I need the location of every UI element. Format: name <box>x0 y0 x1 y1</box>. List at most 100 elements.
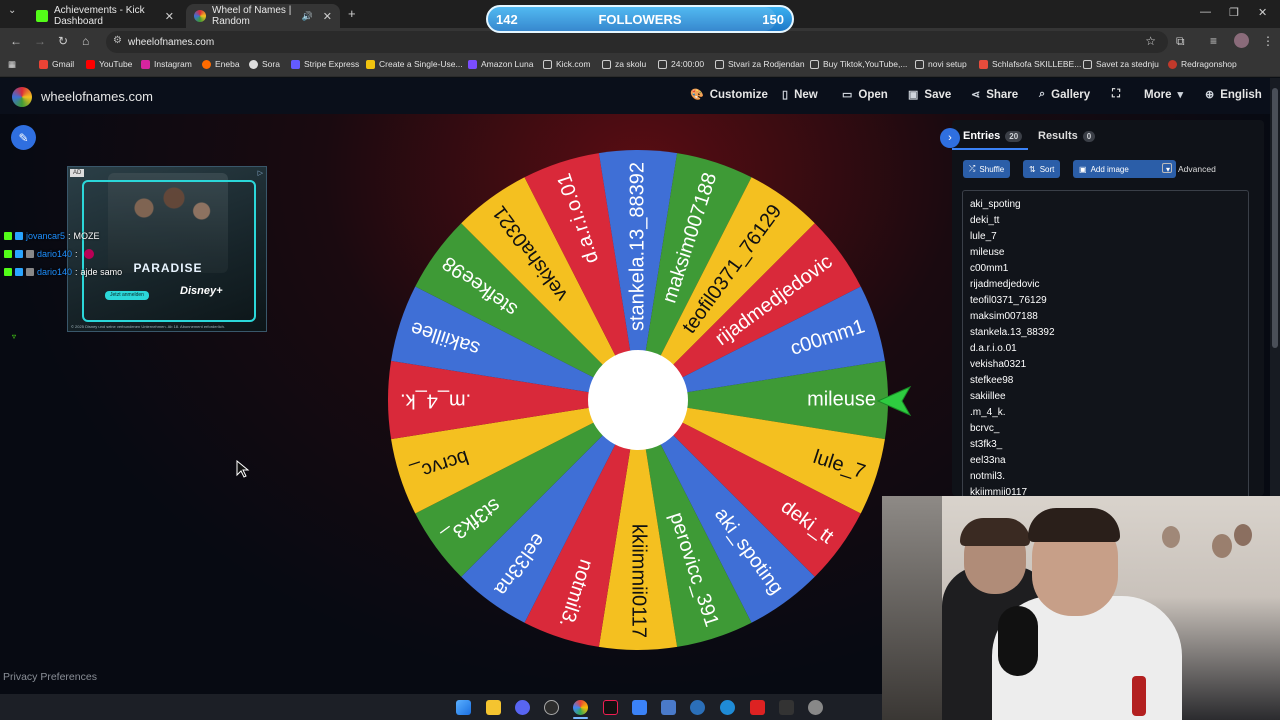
app-icon[interactable] <box>632 700 647 715</box>
bookmark-item[interactable]: Kick.com <box>543 59 590 69</box>
bookmark-item[interactable]: Redragonshop <box>1168 59 1237 69</box>
tab-search-icon[interactable]: ⌄ <box>8 5 16 16</box>
share-button[interactable]: ⋖ Share <box>971 88 1018 102</box>
tab-kick-dashboard[interactable]: Achievements - Kick Dashboard ✕ <box>28 4 182 28</box>
bookmark-folder[interactable]: Buy Tiktok,YouTube,... <box>810 59 907 69</box>
save-button[interactable]: ▣ Save <box>908 88 951 102</box>
advertisement[interactable]: AD ▷ PARADISE Jetzt anmelden Disney+ © 2… <box>67 166 267 332</box>
bookmark-star-icon[interactable]: ☆ <box>1145 34 1156 48</box>
chat-message: dario140: ajde samo <box>4 267 122 277</box>
app-icon[interactable] <box>720 700 735 715</box>
bookmark-folder[interactable]: novi setup <box>915 59 967 69</box>
palette-icon: 🎨 <box>690 89 704 101</box>
chat-filter-icon: ▿ <box>12 332 17 341</box>
bookmark-item[interactable]: Schlafsofa SKILLEBE... <box>979 59 1081 69</box>
window-close-icon[interactable]: ✕ <box>1258 6 1267 19</box>
entry-line: lule_7 <box>970 231 997 242</box>
entry-line: mileuse <box>970 247 1005 258</box>
fullscreen-icon[interactable]: ⛶ <box>1112 88 1120 101</box>
entries-panel: › Entries 20 Results 0 ⤮ Shuffle ⇅ Sort ▣ Add… <box>940 120 1264 496</box>
chevron-down-icon: ▾ <box>1177 89 1184 101</box>
bookmark-folder[interactable]: 24:00:00 <box>658 59 704 69</box>
apps-icon[interactable]: ▦ <box>8 59 16 70</box>
site-info-icon[interactable]: ⚙ <box>113 35 122 46</box>
bookmark-item[interactable]: YouTube <box>86 59 132 69</box>
active-app-indicator <box>573 717 588 719</box>
menu-icon[interactable]: ⋮ <box>1262 34 1274 48</box>
bookmark-item[interactable]: Stripe Express <box>291 59 359 69</box>
sort-icon: ⇅ <box>1029 164 1036 174</box>
entry-line: teofil0371_76129 <box>970 295 1047 306</box>
entries-textarea[interactable]: aki_spoting deki_tt lule_7 mileuse c00mm1 rij… <box>962 190 1249 496</box>
restore-icon[interactable]: ❐ <box>1229 6 1239 19</box>
tab-wheel-of-names[interactable]: Wheel of Names | Random 🔊 ✕ <box>186 4 340 28</box>
address-bar[interactable]: ⚙ wheelofnames.com ☆ <box>106 31 1168 53</box>
bookmark-item[interactable]: Amazon Luna <box>468 59 533 69</box>
ad-info-icon[interactable]: ▷ <box>258 169 263 177</box>
language-button[interactable]: ⊕ English <box>1205 88 1262 102</box>
privacy-preferences-link[interactable]: Privacy Preferences <box>3 671 97 683</box>
tab-entries[interactable]: Entries 20 <box>963 130 1023 142</box>
ad-cta-button[interactable]: Jetzt anmelden <box>105 291 149 300</box>
bookmark-item[interactable]: Eneba <box>202 59 240 69</box>
open-button[interactable]: ▭ Open <box>842 88 888 102</box>
new-tab-icon[interactable]: + <box>348 6 356 21</box>
minimize-icon[interactable]: — <box>1200 6 1211 18</box>
app-icon[interactable] <box>661 700 676 715</box>
app-icon[interactable] <box>779 700 794 715</box>
bookmark-item[interactable]: Create a Single-Use... <box>366 59 463 69</box>
collapse-panel-icon[interactable]: › <box>940 128 960 148</box>
discord-icon[interactable] <box>515 700 530 715</box>
speaker-icon[interactable]: 🔊 <box>302 11 313 22</box>
wheel-center-hub[interactable] <box>588 350 688 450</box>
bookmark-folder[interactable]: Savet za stednju <box>1083 59 1159 69</box>
sub-badge-icon <box>15 250 23 258</box>
new-button[interactable]: ▯ New <box>782 88 818 102</box>
start-icon[interactable] <box>456 700 471 715</box>
app-icon[interactable] <box>690 700 705 715</box>
edit-pencil-icon[interactable]: ✎ <box>11 125 36 150</box>
forward-icon[interactable]: → <box>34 34 46 48</box>
shuffle-button[interactable]: ⤮ Shuffle <box>963 160 1011 178</box>
obs-icon[interactable] <box>544 700 559 715</box>
reload-icon[interactable]: ↻ <box>58 34 68 48</box>
bookmark-item[interactable]: Gmail <box>39 59 74 69</box>
folder-icon: ▭ <box>842 89 853 101</box>
bookmark-folder[interactable]: Stvari za Rodjendan <box>715 59 805 69</box>
tab-results[interactable]: Results 0 <box>1038 130 1096 142</box>
add-image-button[interactable]: ▣ Add image ▾ <box>1073 160 1176 178</box>
file-explorer-icon[interactable] <box>486 700 501 715</box>
sub-badge-icon <box>15 232 23 240</box>
app-icon[interactable] <box>750 700 765 715</box>
wheel-segment-label: mileuse <box>807 388 876 410</box>
entry-line: deki_tt <box>970 215 1000 226</box>
close-icon[interactable]: ✕ <box>323 10 332 23</box>
mouse-cursor-icon <box>236 460 250 478</box>
settings-icon[interactable] <box>808 700 823 715</box>
profile-avatar[interactable] <box>1234 33 1249 48</box>
bookmark-item[interactable]: Sora <box>249 59 280 69</box>
sort-button[interactable]: ⇅ Sort <box>1023 160 1061 178</box>
entry-line: maksim007188 <box>970 311 1038 322</box>
site-logo-text[interactable]: wheelofnames.com <box>41 89 153 104</box>
extensions-icon[interactable]: ⧉ <box>1176 34 1185 49</box>
chat-message: jovancar5: MOZE <box>4 231 100 241</box>
tiktok-icon[interactable] <box>603 700 618 715</box>
media-icon[interactable]: ≡ <box>1210 34 1217 48</box>
emote-icon <box>83 249 94 259</box>
close-icon[interactable]: ✕ <box>165 10 174 23</box>
back-icon[interactable]: ← <box>10 34 22 48</box>
entry-line: st3fk3_ <box>970 439 1003 450</box>
chat-message: dario140: <box>4 249 94 259</box>
bookmark-folder[interactable]: za skolu <box>602 59 646 69</box>
gallery-button[interactable]: ⌕ Gallery <box>1039 88 1090 101</box>
customize-button[interactable]: 🎨 Customize <box>690 88 768 102</box>
advanced-checkbox[interactable] <box>1162 163 1172 173</box>
chrome-icon[interactable] <box>573 700 588 715</box>
more-button[interactable]: More ▾ <box>1144 88 1184 102</box>
wheel-logo-icon[interactable] <box>12 87 32 107</box>
bookmark-item[interactable]: Instagram <box>141 59 192 69</box>
new-file-icon: ▯ <box>782 89 789 101</box>
home-icon[interactable]: ⌂ <box>82 34 89 48</box>
name-wheel[interactable]: mileuselule_7deki_ttaki_spotingperovicc_… <box>386 148 890 652</box>
